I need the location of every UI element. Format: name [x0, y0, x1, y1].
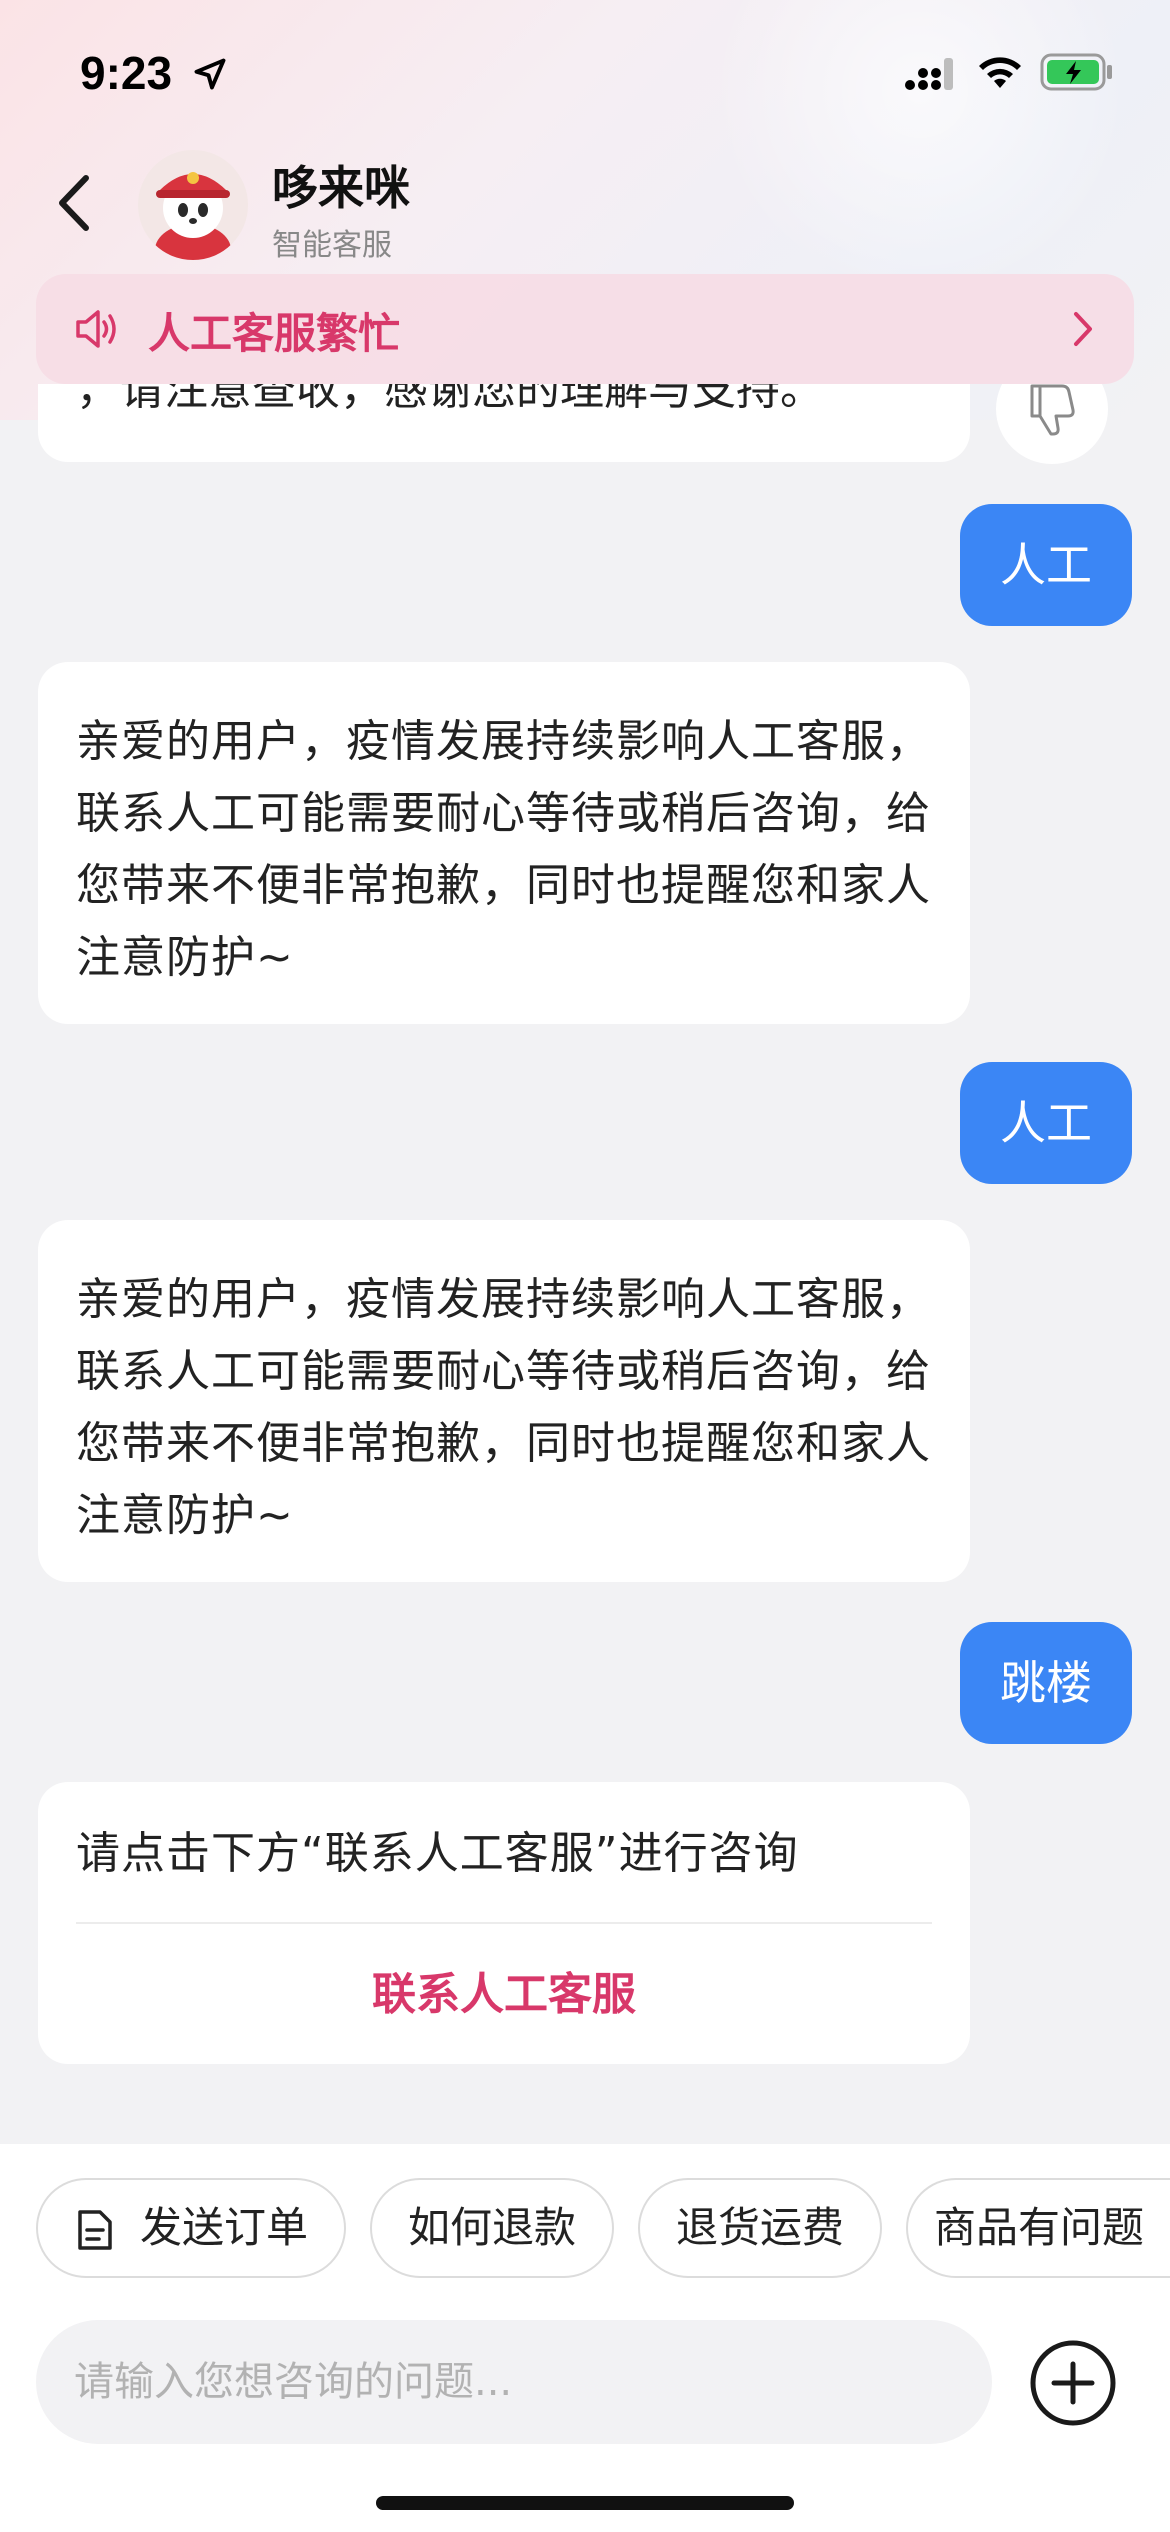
back-chevron-icon[interactable]: [50, 168, 100, 238]
bot-message: 亲爱的用户，疫情发展持续影响人工客服，联系人工可能需要耐心等待或稍后咨询，给您带…: [38, 1220, 970, 1582]
user-message: 人工: [960, 1062, 1132, 1184]
user-message: 跳楼: [960, 1622, 1132, 1744]
bot-subtitle: 智能客服: [272, 228, 392, 263]
bot-message: 亲爱的用户，疫情发展持续影响人工客服，联系人工可能需要耐心等待或稍后咨询，给您带…: [38, 662, 970, 1024]
quick-reply-label: 商品有问题: [933, 2203, 1144, 2252]
user-message: 人工: [960, 504, 1132, 626]
message-input[interactable]: [74, 2320, 954, 2444]
bot-message-with-action: 请点击下方“联系人工客服”进行咨询 联系人工客服: [38, 1782, 970, 2064]
quick-reply-return-shipping[interactable]: 退货运费: [638, 2178, 882, 2278]
plus-circle-icon[interactable]: [1028, 2338, 1118, 2428]
signal-icon: [905, 58, 953, 90]
chat-area: ，请注意查收，感谢您的理解与支持。 人工 亲爱的用户，疫情发展持续影响人工客服，…: [0, 384, 1170, 2144]
bot-message-text: 请点击下方“联系人工客服”进行咨询: [76, 1828, 799, 1879]
thumb-down-button[interactable]: [996, 384, 1108, 464]
quick-reply-how-to-refund[interactable]: 如何退款: [370, 2178, 614, 2278]
bot-avatar: [138, 150, 248, 260]
chevron-right-icon: [1074, 312, 1092, 346]
quick-reply-product-issue[interactable]: 商品有问题: [906, 2178, 1170, 2278]
bot-message-text: ，请注意查收，感谢您的理解与支持。: [76, 384, 824, 415]
bot-message-text: 亲爱的用户，疫情发展持续影响人工客服，联系人工可能需要耐心等待或稍后咨询，给您带…: [76, 716, 931, 983]
home-indicator: [376, 2496, 794, 2510]
bot-message-partial: ，请注意查收，感谢您的理解与支持。: [38, 384, 970, 462]
location-arrow-icon: [194, 58, 226, 90]
speaker-icon: [76, 310, 116, 348]
message-input-container: [36, 2320, 992, 2444]
quick-reply-send-order[interactable]: 发送订单: [36, 2178, 346, 2278]
wifi-icon: [979, 57, 1021, 88]
bottom-panel: 发送订单 如何退款 退货运费 商品有问题: [0, 2144, 1170, 2532]
status-bar: 9:23: [0, 0, 1170, 140]
notice-text: 人工客服繁忙: [148, 309, 401, 358]
bot-name: 哆来咪: [272, 161, 410, 215]
document-icon: [78, 2210, 112, 2250]
message-divider: [76, 1922, 932, 1924]
status-time: 9:23: [80, 47, 173, 99]
contact-human-service-link[interactable]: 联系人工客服: [38, 1958, 970, 2022]
quick-reply-label: 退货运费: [675, 2203, 844, 2252]
busy-notice-bar[interactable]: 人工客服繁忙: [36, 274, 1134, 384]
thumb-down-icon: [1030, 384, 1075, 436]
battery-charging-icon: [1040, 53, 1112, 91]
quick-reply-label: 如何退款: [407, 2203, 576, 2252]
bot-message-text: 亲爱的用户，疫情发展持续影响人工客服，联系人工可能需要耐心等待或稍后咨询，给您带…: [76, 1274, 931, 1541]
